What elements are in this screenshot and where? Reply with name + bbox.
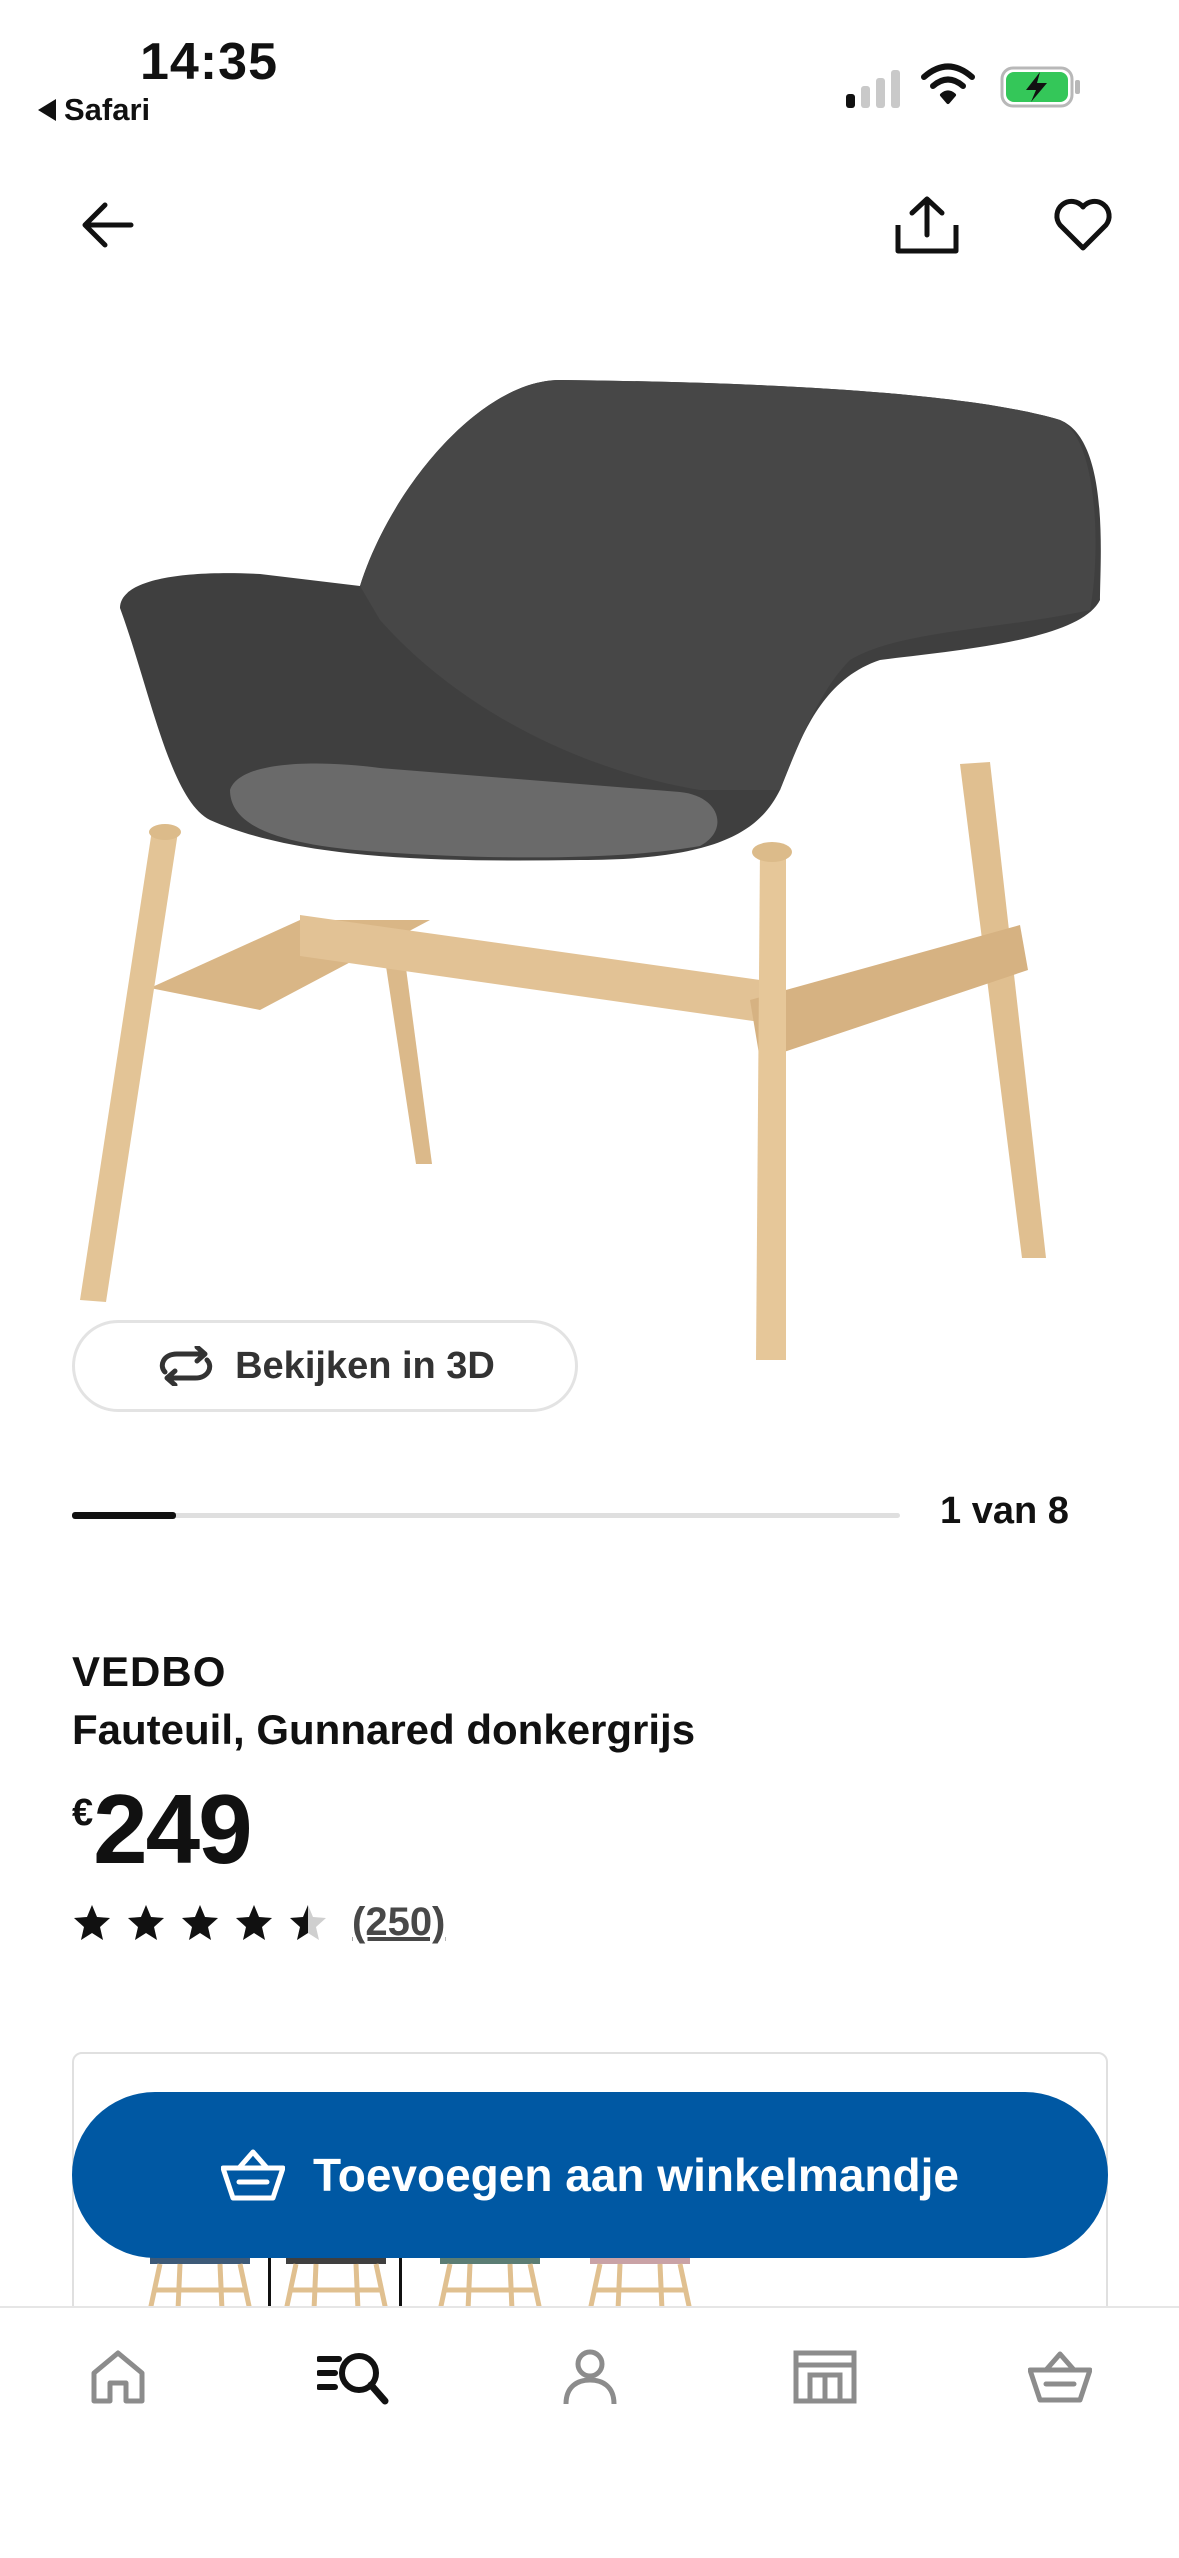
star-icon [182,1904,218,1940]
arrow-left-icon [82,202,134,248]
view-in-3d-label: Bekijken in 3D [235,1344,495,1387]
star-icon [128,1904,164,1940]
basket-icon [1028,2351,1092,2403]
home-icon [91,2350,145,2404]
back-button[interactable] [62,180,152,270]
battery-charging-icon [1000,66,1080,108]
add-to-cart-label: Toevoegen aan winkelmandje [313,2149,959,2201]
back-app-label: Safari [64,92,151,127]
wifi-icon [921,63,975,104]
image-counter: 1 van 8 [940,1490,1069,1532]
product-description: Fauteuil, Gunnared donkergrijs [72,1706,696,1753]
price-currency: € [72,1792,94,1834]
review-count-link[interactable]: (250) [352,1900,445,1945]
search-icon [317,2353,389,2405]
tab-search[interactable] [298,2332,408,2422]
share-icon [895,196,959,254]
image-carousel-progress [72,1512,900,1519]
rotate-3d-icon [159,1346,213,1386]
profile-icon [563,2349,617,2405]
add-to-cart-button[interactable]: Toevoegen aan winkelmandje [72,2092,1108,2258]
back-triangle-icon [38,99,56,121]
product-price: € 249 [72,1774,253,1884]
star-icon [74,1904,110,1940]
product-image-chair[interactable] [60,360,1120,1420]
star-icon [236,1904,272,1940]
tab-basket[interactable] [1005,2332,1115,2422]
cellular-signal-icon [846,64,900,108]
rating-stars [72,1903,328,1943]
price-amount: 249 [93,1774,253,1884]
tab-stores[interactable] [770,2332,880,2422]
back-to-safari[interactable]: Safari [38,92,150,128]
heart-icon [1054,198,1112,251]
basket-icon [221,2149,286,2201]
favorite-button[interactable] [1038,180,1128,270]
star-icon [290,1904,326,1940]
view-in-3d-button[interactable]: Bekijken in 3D [72,1320,578,1412]
status-time: 14:35 [140,33,278,91]
store-icon [793,2350,857,2404]
carousel-progress-fill [72,1512,176,1519]
tab-profile[interactable] [535,2332,645,2422]
product-rating[interactable]: (250) [72,1900,445,1945]
share-button[interactable] [882,180,972,270]
product-brand: VEDBO [72,1648,227,1695]
tab-home[interactable] [63,2332,173,2422]
